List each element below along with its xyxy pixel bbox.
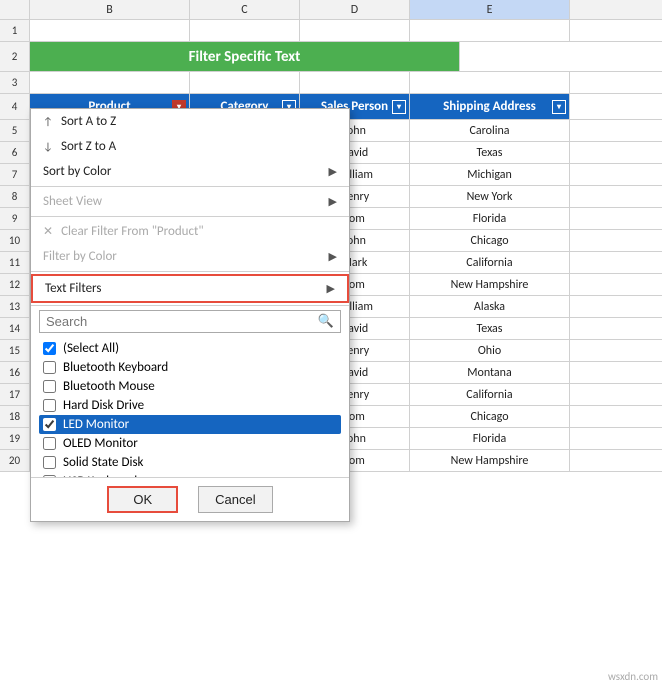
checkbox-select-all[interactable]: (Select All) — [39, 339, 341, 358]
sort-by-color[interactable]: Sort by Color ▶ — [31, 159, 349, 184]
col-header-e: E — [410, 0, 570, 19]
spreadsheet: B C D E 1 2 Filter Specific Text 3 — [0, 0, 662, 685]
checkbox-solid-state-disk-input[interactable] — [43, 456, 56, 469]
title-cell: Filter Specific Text — [30, 42, 460, 71]
cell-d3 — [300, 72, 410, 93]
arrow-right-icon: ▶ — [329, 165, 337, 178]
col-header-c: C — [190, 0, 300, 19]
search-box[interactable]: 🔍 — [39, 310, 341, 333]
separator-1 — [31, 186, 349, 187]
col-header-b: B — [30, 0, 190, 19]
checkbox-usb-keyboard-input[interactable] — [43, 475, 56, 477]
search-input[interactable] — [40, 311, 312, 332]
checkbox-bluetooth-mouse-input[interactable] — [43, 380, 56, 393]
sort-az-icon: ↑ — [43, 115, 53, 128]
checkbox-list: (Select All) Bluetooth Keyboard Bluetoot… — [31, 337, 349, 477]
checkbox-led-monitor[interactable]: LED Monitor — [39, 415, 341, 434]
filter-dropdown: ↑ Sort A to Z ↓ Sort Z to A Sort by Colo… — [30, 108, 350, 522]
arrow-right-icon-2: ▶ — [329, 195, 337, 208]
filter-by-color: Filter by Color ▶ — [31, 244, 349, 269]
row-2: 2 Filter Specific Text — [0, 42, 662, 72]
cell-e1 — [410, 20, 570, 41]
row-3: 3 — [0, 72, 662, 94]
rownum-4: 4 — [0, 94, 30, 119]
rownum-1: 1 — [0, 20, 30, 41]
cell-c3 — [190, 72, 300, 93]
sheet-view: Sheet View ▶ — [31, 189, 349, 214]
filter-btn-shipping[interactable]: ▾ — [552, 100, 566, 114]
text-filters[interactable]: Text Filters ▶ — [31, 274, 349, 303]
sort-a-to-z[interactable]: ↑ Sort A to Z — [31, 109, 349, 134]
rownum-3: 3 — [0, 72, 30, 93]
sort-za-icon: ↓ — [43, 140, 53, 153]
cell-d1 — [300, 20, 410, 41]
checkbox-bluetooth-keyboard-input[interactable] — [43, 361, 56, 374]
arrow-right-icon-4: ▶ — [327, 282, 335, 295]
checkbox-oled-monitor[interactable]: OLED Monitor — [39, 434, 341, 453]
checkbox-hard-disk-drive[interactable]: Hard Disk Drive — [39, 396, 341, 415]
cell-b3 — [30, 72, 190, 93]
header-shipping: Shipping Address ▾ — [410, 94, 570, 119]
checkbox-select-all-input[interactable] — [43, 342, 56, 355]
checkbox-solid-state-disk[interactable]: Solid State Disk — [39, 453, 341, 472]
watermark: wsxdn.com — [608, 670, 658, 683]
corner-cell — [0, 0, 30, 19]
checkbox-hard-disk-drive-input[interactable] — [43, 399, 56, 412]
search-icon: 🔍 — [312, 311, 340, 332]
rownum-2: 2 — [0, 42, 30, 71]
cell-e3 — [410, 72, 570, 93]
checkbox-oled-monitor-input[interactable] — [43, 437, 56, 450]
arrow-right-icon-3: ▶ — [329, 250, 337, 263]
checkbox-led-monitor-input[interactable] — [43, 418, 56, 431]
sort-z-to-a[interactable]: ↓ Sort Z to A — [31, 134, 349, 159]
filter-btn-sales-person[interactable]: ▾ — [392, 100, 406, 114]
row-1: 1 — [0, 20, 662, 42]
cell-c1 — [190, 20, 300, 41]
dialog-buttons: OK Cancel — [31, 477, 349, 521]
separator-2 — [31, 216, 349, 217]
ok-button[interactable]: OK — [107, 486, 178, 513]
separator-3 — [31, 271, 349, 272]
column-headers: B C D E — [0, 0, 662, 20]
checkbox-bluetooth-keyboard[interactable]: Bluetooth Keyboard — [39, 358, 341, 377]
checkbox-bluetooth-mouse[interactable]: Bluetooth Mouse — [39, 377, 341, 396]
separator-4 — [31, 305, 349, 306]
col-header-d: D — [300, 0, 410, 19]
filter-clear-icon: ✕ — [43, 224, 53, 239]
cell-b1 — [30, 20, 190, 41]
clear-filter: ✕ Clear Filter From "Product" — [31, 219, 349, 244]
cancel-button[interactable]: Cancel — [198, 486, 272, 513]
